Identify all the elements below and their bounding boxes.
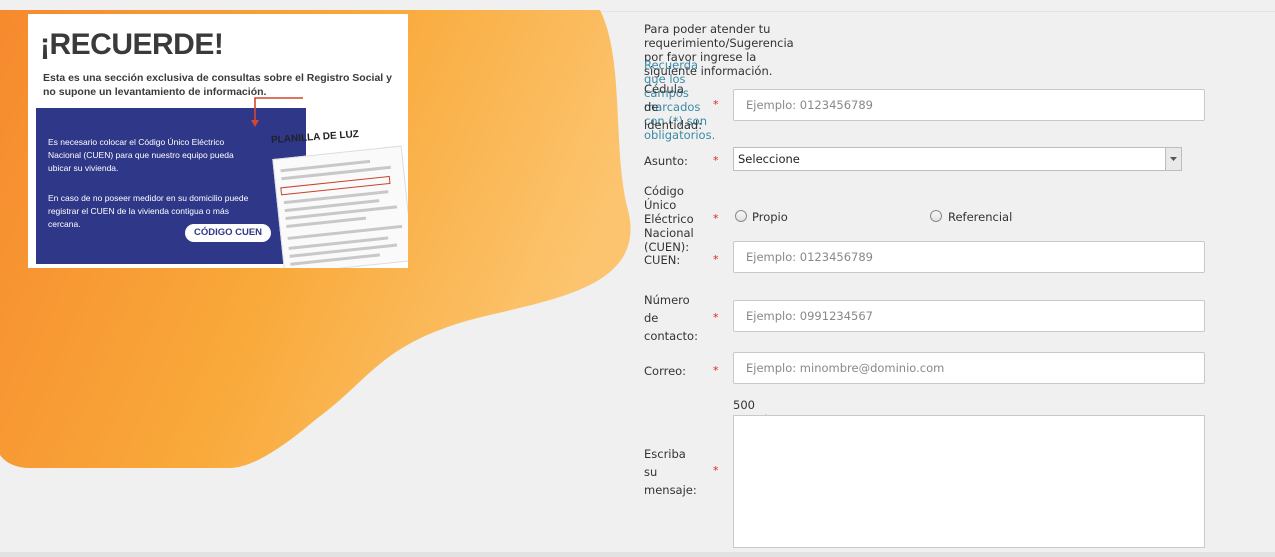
dropdown-arrow-icon[interactable] — [1165, 148, 1181, 170]
promo-paragraph-1: Es necesario colocar el Código Único Elé… — [48, 137, 234, 173]
required-marker: * — [713, 154, 719, 167]
electric-bill-image — [272, 145, 408, 268]
arrow-icon — [251, 97, 303, 127]
asunto-select-value: Seleccione — [738, 152, 800, 166]
correo-label: Correo: — [644, 364, 687, 378]
cuen-input[interactable] — [733, 241, 1205, 273]
required-marker: * — [713, 364, 719, 377]
cedula-input[interactable] — [733, 89, 1205, 121]
cuen-reminder-banner: ¡RECUERDE! Esta es una sección exclusiva… — [28, 14, 408, 268]
required-marker: * — [713, 464, 719, 477]
mensaje-label: Escriba su mensaje: — [644, 447, 697, 497]
referencial-radio-label[interactable]: Referencial — [948, 210, 1012, 224]
propio-radio-label[interactable]: Propio — [752, 210, 788, 224]
bottom-bar — [0, 552, 1275, 557]
promo-subtitle: Esta es una sección exclusiva de consult… — [43, 72, 392, 98]
cedula-label: Cédula de identidad: — [644, 82, 703, 132]
contacto-input[interactable] — [733, 300, 1205, 332]
required-marker: * — [713, 311, 719, 324]
asunto-label: Asunto: — [644, 154, 688, 168]
required-marker: * — [713, 98, 719, 111]
cuen-type-title: Código Único Eléctrico Nacional (CUEN): — [644, 184, 694, 254]
referencial-radio[interactable] — [930, 210, 942, 222]
promo-title: ¡RECUERDE! — [40, 28, 224, 61]
required-marker: * — [713, 253, 719, 266]
codigo-cuen-button[interactable]: CÓDIGO CUEN — [185, 224, 271, 242]
required-marker: * — [713, 212, 719, 225]
promo-blue-panel: Es necesario colocar el Código Único Elé… — [36, 108, 306, 264]
asunto-select[interactable]: Seleccione — [733, 147, 1182, 171]
mensaje-textarea[interactable] — [733, 415, 1205, 548]
cuen-label: CUEN: — [644, 253, 681, 267]
contacto-label: Número de contacto: — [644, 293, 698, 343]
correo-input[interactable] — [733, 352, 1205, 384]
propio-radio[interactable] — [735, 210, 747, 222]
